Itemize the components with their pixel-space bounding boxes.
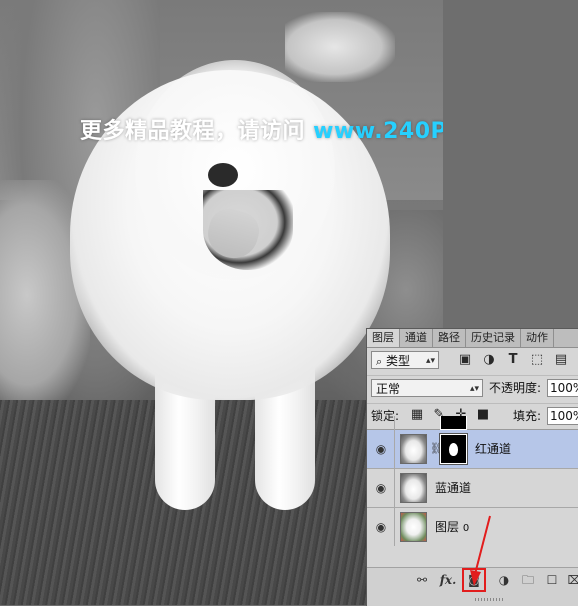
smart-object-filter-icon[interactable]: ▤: [553, 352, 569, 368]
eye-divider: [394, 430, 395, 468]
eye-divider: [394, 416, 395, 430]
blend-row: 正常 ▴▾ 不透明度: 100%: [367, 375, 578, 400]
type-filter-icon[interactable]: T: [505, 352, 521, 368]
layer-thumbnail[interactable]: [400, 434, 427, 464]
layer-name-suffix: 0: [462, 523, 470, 534]
layer-name-text: 图层: [435, 520, 460, 534]
mask-shape: [449, 443, 458, 456]
layer-name[interactable]: 红通道: [475, 440, 511, 458]
chain-link-icon[interactable]: ⛓: [430, 441, 444, 457]
tab-history[interactable]: 历史记录: [466, 329, 521, 347]
layer-row-blue-channel[interactable]: ◉ 蓝通道: [367, 469, 578, 508]
tab-layers[interactable]: 图层: [367, 329, 400, 347]
opacity-field[interactable]: 100%: [547, 379, 578, 397]
layer-mask-thumbnail[interactable]: [439, 433, 468, 465]
eye-icon[interactable]: ◉: [373, 519, 389, 535]
tab-actions[interactable]: 动作: [521, 329, 554, 347]
eye-divider: [394, 508, 395, 546]
shape-filter-icon[interactable]: ⬚: [529, 352, 545, 368]
layers-panel: 图层 通道 路径 历史记录 动作 ⌕ 类型 ▴▾ ▣ ◑ T ⬚ ▤ 正常 ▴▾…: [366, 328, 578, 606]
eye-divider: [394, 469, 395, 507]
layer-thumbnail[interactable]: [400, 512, 427, 542]
layers-bottom-bar: ⚯ fx. ◙ ◑ 🗀 ☐ ⌦: [367, 567, 578, 606]
filter-kind-select[interactable]: ⌕ 类型 ▴▾: [371, 351, 439, 369]
filter-row: ⌕ 类型 ▴▾ ▣ ◑ T ⬚ ▤: [367, 348, 578, 372]
tab-channels[interactable]: 通道: [400, 329, 433, 347]
layer-row-layer-0[interactable]: ◉ 图层 0: [367, 508, 578, 546]
blend-mode-value: 正常: [376, 382, 401, 396]
select-arrows-icon: ▴▾: [469, 384, 479, 394]
layers-list: ◉ ⛓ 红通道 ◉ 蓝通道 ◉ 图层 0: [367, 416, 578, 566]
eye-icon[interactable]: ◉: [373, 441, 389, 457]
filter-kind-value: 类型: [386, 354, 411, 368]
new-layer-icon[interactable]: ☐: [543, 571, 561, 589]
layer-row-red-channel[interactable]: ◉ ⛓ 红通道: [367, 430, 578, 469]
opacity-label: 不透明度:: [489, 381, 542, 395]
resize-grip[interactable]: [475, 598, 505, 601]
dog-nose: [208, 163, 238, 187]
tab-paths[interactable]: 路径: [433, 329, 466, 347]
link-layers-icon[interactable]: ⚯: [413, 571, 431, 589]
select-arrows-icon: ▴▾: [425, 356, 435, 366]
watermark: 更多精品教程，请访问 www.240PS.com: [80, 113, 443, 145]
adjustment-layer-icon[interactable]: ◑: [495, 571, 513, 589]
image-filter-icon[interactable]: ▣: [457, 352, 473, 368]
highlight-box: [462, 568, 486, 592]
search-icon: ⌕: [376, 355, 383, 368]
layer-mask-thumbnail[interactable]: [440, 416, 467, 430]
layer-partial[interactable]: [367, 416, 578, 431]
watermark-url: www.240PS.com: [313, 119, 443, 144]
watermark-text: 更多精品教程，请访问: [80, 119, 314, 144]
panel-tabs: 图层 通道 路径 历史记录 动作: [367, 329, 578, 348]
layer-thumbnail[interactable]: [400, 473, 427, 503]
delete-layer-icon[interactable]: ⌦: [567, 571, 578, 589]
adjustment-filter-icon[interactable]: ◑: [481, 352, 497, 368]
eye-icon[interactable]: ◉: [373, 480, 389, 496]
blend-mode-select[interactable]: 正常 ▴▾: [371, 379, 483, 397]
group-folder-icon[interactable]: 🗀: [519, 571, 537, 589]
layer-name[interactable]: 蓝通道: [435, 479, 471, 497]
layer-name[interactable]: 图层 0: [435, 518, 469, 538]
fx-icon[interactable]: fx.: [439, 571, 457, 589]
